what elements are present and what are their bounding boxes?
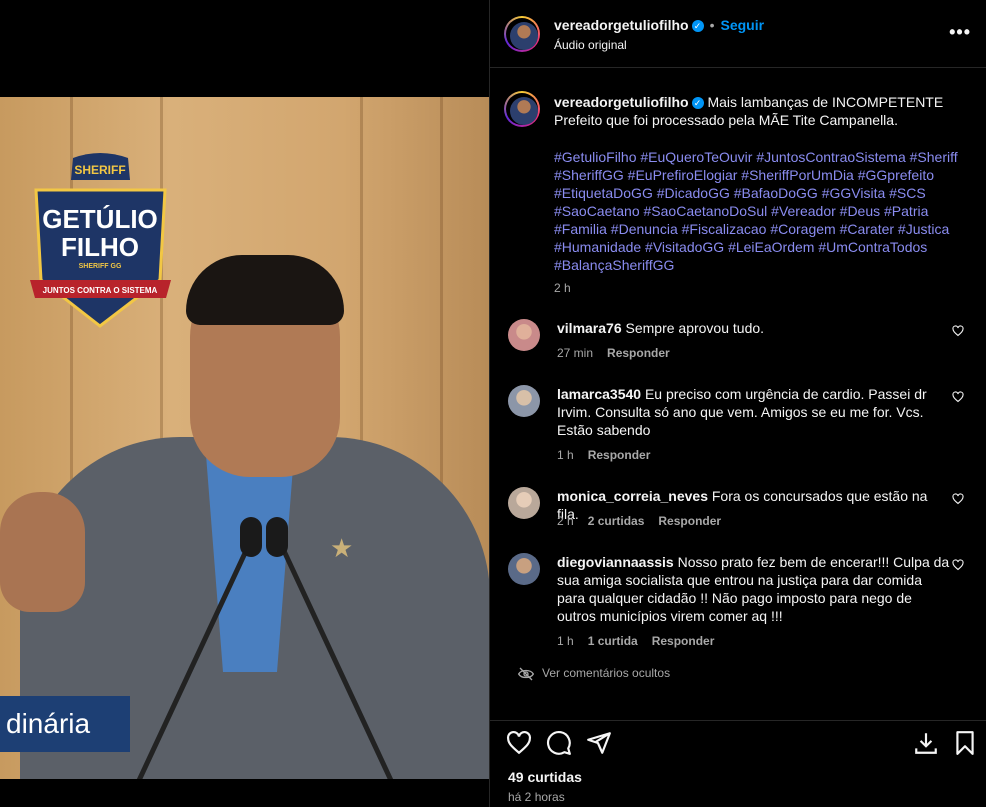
comment-text-block: diegoviannaassis Nosso prato fez bem de … xyxy=(557,553,952,625)
caption-time: 2 h xyxy=(554,281,571,295)
commenter-avatar[interactable] xyxy=(508,487,540,519)
heart-icon[interactable] xyxy=(952,493,964,505)
heart-icon[interactable] xyxy=(506,730,532,756)
author-line: vereadorgetuliofilho ✓ • Seguir xyxy=(554,17,764,33)
caption-avatar[interactable] xyxy=(504,91,540,127)
post-header: vereadorgetuliofilho ✓ • Seguir Áudio origi… xyxy=(490,0,986,68)
comment-meta: 2 h 2 curtidas Responder xyxy=(557,514,735,528)
heart-icon[interactable] xyxy=(952,559,964,571)
verified-icon: ✓ xyxy=(691,20,704,33)
comment-time: 2 h xyxy=(557,514,574,528)
sheriff-star-pin: ★ xyxy=(330,533,354,563)
comment-time: 1 h xyxy=(557,448,574,462)
badge-top-text: SHERIFF xyxy=(74,163,125,177)
speaker-hand xyxy=(0,492,85,612)
comment-text-block: vilmara76 Sempre aprovou tudo. xyxy=(557,319,952,337)
heart-icon[interactable] xyxy=(952,325,964,337)
comment-meta: 1 h Responder xyxy=(557,448,664,462)
comment-username[interactable]: vilmara76 xyxy=(557,320,622,336)
reply-button[interactable]: Responder xyxy=(588,448,651,462)
sheriff-badge-logo: SHERIFF GETÚLIO FILHO SHERIFF GG JUNTOS … xyxy=(30,153,171,328)
microphone-head xyxy=(266,517,288,557)
comment-username[interactable]: monica_correia_neves xyxy=(557,488,708,504)
post-media[interactable]: ★ SHERIFF GETÚLIO FILHO SHERIFF GG JUNTO… xyxy=(0,0,489,807)
audio-label[interactable]: Áudio original xyxy=(554,38,627,52)
more-icon[interactable]: ••• xyxy=(949,22,971,43)
lower-third-banner: dinária xyxy=(0,696,130,752)
speaker-hair xyxy=(186,255,344,325)
comment-icon[interactable] xyxy=(546,730,572,756)
download-icon[interactable] xyxy=(913,730,939,756)
comment-meta: 27 min Responder xyxy=(557,346,684,360)
post-side-panel: vereadorgetuliofilho ✓ • Seguir Áudio origi… xyxy=(489,0,986,807)
badge-name-line2: FILHO xyxy=(61,232,139,262)
commenter-avatar[interactable] xyxy=(508,553,540,585)
comment-text-block: lamarca3540 Eu preciso com urgência de c… xyxy=(557,385,952,439)
badge-ribbon-text: JUNTOS CONTRA O SISTEMA xyxy=(43,286,158,295)
comment-time: 1 h xyxy=(557,634,574,648)
commenter-avatar[interactable] xyxy=(508,319,540,351)
commenter-avatar[interactable] xyxy=(508,385,540,417)
badge-sub-text: SHERIFF GG xyxy=(79,263,122,270)
hidden-eye-icon xyxy=(517,667,535,681)
comment-meta: 1 h 1 curtida Responder xyxy=(557,634,728,648)
bookmark-icon[interactable] xyxy=(952,730,978,756)
posted-time: há 2 horas xyxy=(508,790,565,804)
comment-time: 27 min xyxy=(557,346,594,360)
comment-text: Sempre aprovou tudo. xyxy=(625,320,765,336)
badge-name-line1: GETÚLIO xyxy=(42,204,158,234)
share-icon[interactable] xyxy=(586,730,612,756)
separator-dot: • xyxy=(709,17,715,33)
caption-username[interactable]: vereadorgetuliofilho xyxy=(554,94,689,110)
caption-hashtags[interactable]: #GetulioFilho #EuQueroTeOuvir #JuntosCon… xyxy=(554,148,974,274)
comment-likes-count[interactable]: 2 curtidas xyxy=(588,514,645,528)
follow-button[interactable]: Seguir xyxy=(720,17,764,33)
verified-icon: ✓ xyxy=(691,97,704,110)
heart-icon[interactable] xyxy=(952,391,964,403)
comment-username[interactable]: lamarca3540 xyxy=(557,386,641,402)
likes-count[interactable]: 49 curtidas xyxy=(508,769,582,785)
hidden-comments-toggle[interactable]: Ver comentários ocultos xyxy=(517,666,671,681)
reply-button[interactable]: Responder xyxy=(607,346,670,360)
microphone-head xyxy=(240,517,262,557)
reply-button[interactable]: Responder xyxy=(652,634,715,648)
action-bar xyxy=(490,720,986,761)
comment-likes-count[interactable]: 1 curtida xyxy=(588,634,638,648)
author-username[interactable]: vereadorgetuliofilho xyxy=(554,17,689,33)
caption-text-block: vereadorgetuliofilho ✓ Mais lambanças de … xyxy=(554,93,974,129)
hidden-comments-label: Ver comentários ocultos xyxy=(542,666,671,680)
comment-username[interactable]: diegoviannaassis xyxy=(557,554,674,570)
reply-button[interactable]: Responder xyxy=(658,514,721,528)
author-avatar[interactable] xyxy=(504,16,540,52)
